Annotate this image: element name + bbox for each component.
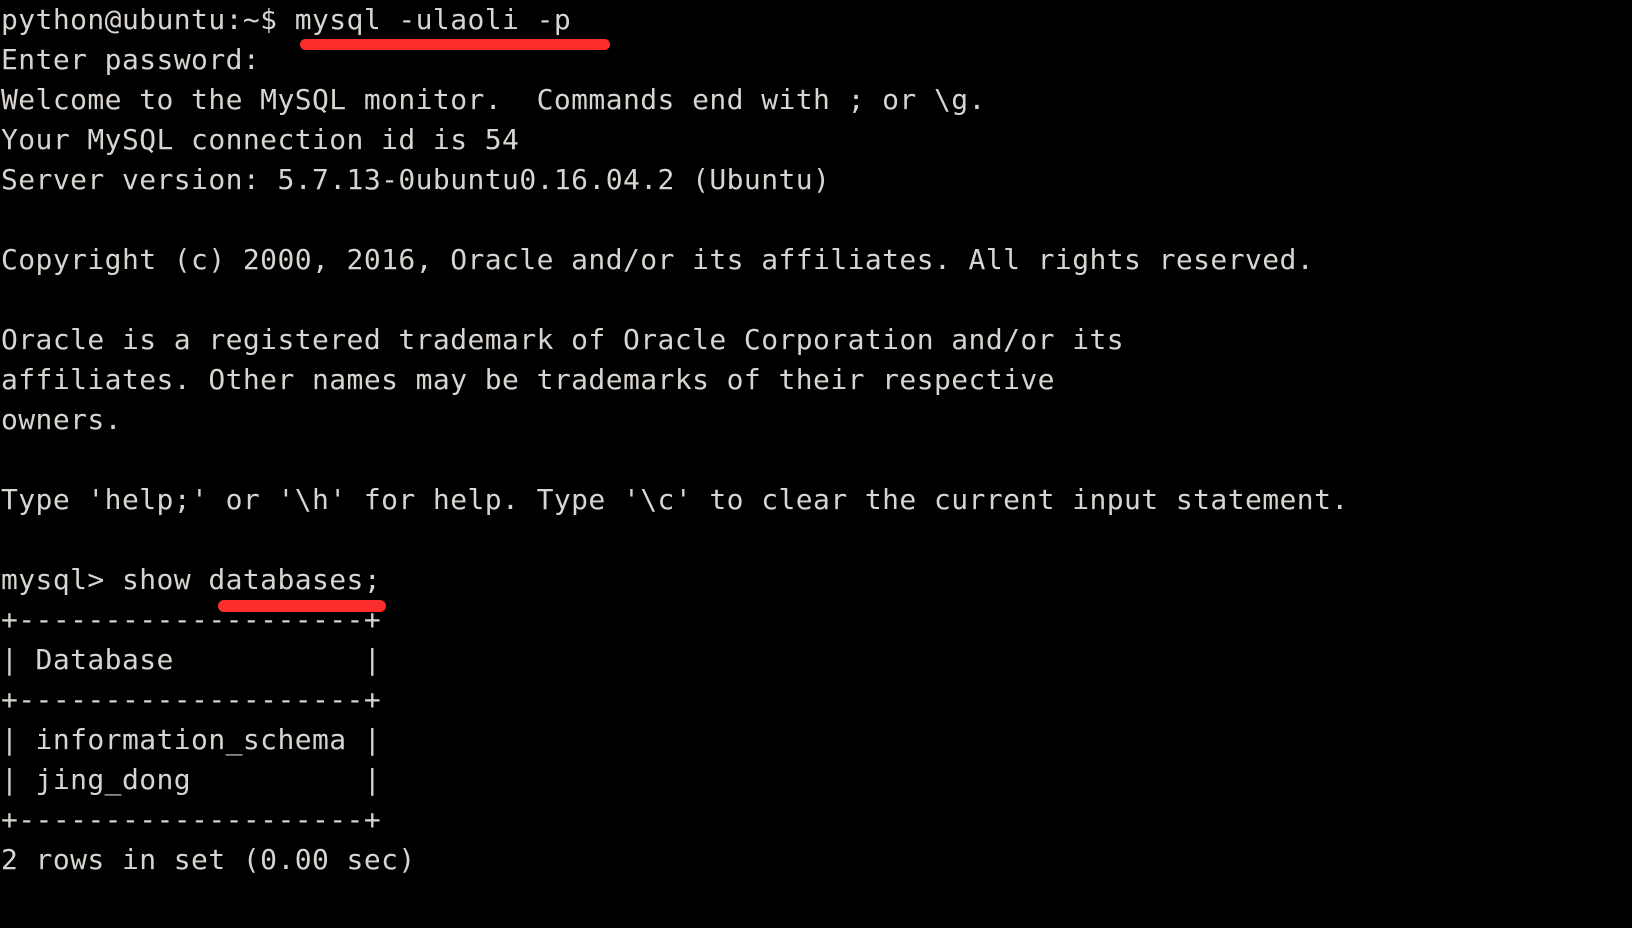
- terminal-line-trademark-2: affiliates. Other names may be trademark…: [1, 363, 1055, 396]
- table-border-middle: +--------------------+: [1, 683, 382, 716]
- terminal-line-trademark-3: owners.: [1, 403, 122, 436]
- table-border-bottom: +--------------------+: [1, 803, 382, 836]
- terminal-line-blank-4: [0, 520, 1632, 560]
- table-row: | information_schema |: [1, 723, 382, 756]
- terminal-line-command-login: python@ubuntu:~$ mysql -ulaoli -p: [1, 3, 572, 36]
- terminal-line-password-prompt: Enter password:: [1, 43, 261, 76]
- table-header-row: | Database |: [1, 643, 382, 676]
- terminal-line-copyright: Copyright (c) 2000, 2016, Oracle and/or …: [1, 243, 1315, 276]
- table-border-top: +--------------------+: [1, 603, 382, 636]
- terminal-window[interactable]: python@ubuntu:~$ mysql -ulaoli -p Enter …: [0, 0, 1632, 928]
- result-summary: 2 rows in set (0.00 sec): [1, 843, 416, 876]
- terminal-line-welcome: Welcome to the MySQL monitor. Commands e…: [1, 83, 986, 116]
- terminal-line-blank-2: [0, 280, 1632, 320]
- terminal-line-blank-1: [0, 200, 1632, 240]
- terminal-line-help-hint: Type 'help;' or '\h' for help. Type '\c'…: [1, 483, 1349, 516]
- table-row: | jing_dong |: [1, 763, 382, 796]
- terminal-line-query-show-databases: mysql> show databases;: [1, 563, 382, 596]
- terminal-line-connection-id: Your MySQL connection id is 54: [1, 123, 520, 156]
- terminal-line-server-version: Server version: 5.7.13-0ubuntu0.16.04.2 …: [1, 163, 831, 196]
- terminal-line-blank-3: [0, 440, 1632, 480]
- terminal-output: python@ubuntu:~$ mysql -ulaoli -p Enter …: [0, 0, 1632, 880]
- terminal-line-trademark-1: Oracle is a registered trademark of Orac…: [1, 323, 1125, 356]
